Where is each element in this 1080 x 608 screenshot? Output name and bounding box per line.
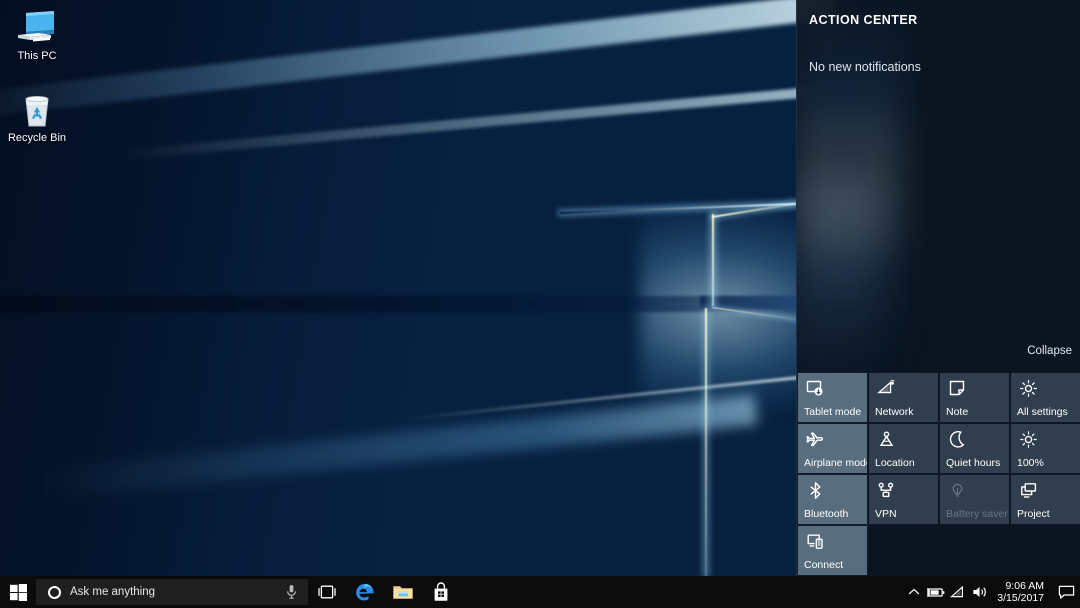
action-center-button[interactable] (1052, 576, 1080, 608)
volume-tray-button[interactable] (969, 576, 991, 608)
show-hidden-icons-button[interactable] (903, 576, 925, 608)
desktop-icon-label: This PC (0, 50, 74, 63)
quick-action-connect[interactable]: Connect (797, 525, 868, 576)
wallpaper-mullion-band (0, 296, 800, 312)
connect-icon (805, 531, 825, 551)
gear-icon (1018, 378, 1038, 398)
chevron-up-icon (908, 587, 920, 597)
microsoft-edge-button[interactable] (346, 576, 384, 608)
brightness-icon (1018, 429, 1038, 449)
action-center-frost-blur (797, 0, 901, 370)
battery-icon (927, 586, 946, 599)
clock-date: 3/15/2017 (997, 592, 1044, 604)
quick-action-label: Quiet hours (946, 457, 1000, 469)
desktop-screen: This PC Recycle Bin ACTION CENTER No new… (0, 0, 1080, 608)
quick-action-vpn[interactable]: VPN (868, 474, 939, 525)
system-tray: 9:06 AM 3/15/2017 (903, 576, 1080, 608)
desktop-icon-this-pc[interactable]: This PC (0, 6, 74, 63)
airplane-icon (805, 429, 825, 449)
taskbar-clock[interactable]: 9:06 AM 3/15/2017 (991, 580, 1052, 604)
windows-logo-icon (10, 584, 27, 601)
moon-icon (947, 429, 967, 449)
search-input[interactable]: Ask me anything (36, 579, 308, 605)
start-button[interactable] (0, 576, 36, 608)
microsoft-store-button[interactable] (422, 576, 460, 608)
quick-action-label: Project (1017, 508, 1050, 520)
network-tray-button[interactable] (947, 576, 969, 608)
note-icon (947, 378, 967, 398)
quick-action-label: All settings (1017, 406, 1068, 418)
file-explorer-button[interactable] (384, 576, 422, 608)
action-center-icon (1058, 585, 1075, 600)
quick-action-label: 100% (1017, 457, 1044, 469)
quick-action-bluetooth[interactable]: Bluetooth (797, 474, 868, 525)
quick-action-label: VPN (875, 508, 897, 520)
action-center-empty-message: No new notifications (809, 60, 921, 74)
quick-action-project[interactable]: Project (1010, 474, 1080, 525)
clock-time: 9:06 AM (997, 580, 1044, 592)
taskbar: Ask me anything (0, 576, 1080, 608)
action-center-title: ACTION CENTER (809, 13, 918, 27)
desktop-icon-label: Recycle Bin (0, 132, 74, 145)
wallpaper-pane-edge-5 (705, 308, 707, 576)
quick-action-battery-saver: Battery saver (939, 474, 1010, 525)
quick-action-network[interactable]: Network (868, 372, 939, 423)
task-view-button[interactable] (308, 576, 346, 608)
edge-icon (354, 581, 376, 603)
quick-action-label: Airplane mode (804, 457, 868, 469)
wallpaper-pane-edge-4 (712, 214, 714, 306)
quick-action-label: Network (875, 406, 914, 418)
network-wifi-icon (876, 378, 896, 398)
quick-actions-grid: Tablet mode Network (797, 372, 1080, 576)
quick-actions-filler (1010, 525, 1080, 576)
microphone-icon[interactable] (284, 584, 298, 600)
speaker-icon (972, 585, 989, 599)
quick-action-label: Battery saver (946, 508, 1008, 520)
tablet-mode-icon (805, 378, 825, 398)
folder-icon (392, 583, 414, 601)
quick-action-label: Note (946, 406, 968, 418)
this-pc-icon (0, 6, 74, 50)
quick-action-brightness[interactable]: 100% (1010, 423, 1080, 474)
project-icon (1018, 480, 1038, 500)
quick-action-tablet-mode[interactable]: Tablet mode (797, 372, 868, 423)
collapse-link[interactable]: Collapse (1027, 345, 1072, 357)
quick-action-label: Tablet mode (804, 406, 861, 418)
quick-action-label: Connect (804, 559, 843, 571)
recycle-bin-icon (0, 88, 74, 132)
desktop-icon-recycle-bin[interactable]: Recycle Bin (0, 88, 74, 145)
action-center-panel: ACTION CENTER No new notifications Colla… (796, 0, 1080, 576)
wifi-icon (950, 585, 967, 599)
location-icon (876, 429, 896, 449)
quick-actions-filler (868, 525, 939, 576)
quick-action-note[interactable]: Note (939, 372, 1010, 423)
quick-action-airplane-mode[interactable]: Airplane mode (797, 423, 868, 474)
cortana-circle-icon (48, 586, 61, 599)
quick-action-label: Location (875, 457, 915, 469)
quick-actions-filler (939, 525, 1010, 576)
battery-saver-icon (947, 480, 967, 500)
quick-action-label: Bluetooth (804, 508, 848, 520)
store-icon (431, 582, 451, 602)
battery-tray-button[interactable] (925, 576, 947, 608)
vpn-icon (876, 480, 896, 500)
action-center-frost-blur-2 (797, 180, 877, 380)
search-placeholder: Ask me anything (70, 586, 155, 598)
task-view-icon (316, 584, 338, 600)
quick-action-all-settings[interactable]: All settings (1010, 372, 1080, 423)
quick-action-location[interactable]: Location (868, 423, 939, 474)
quick-action-quiet-hours[interactable]: Quiet hours (939, 423, 1010, 474)
bluetooth-icon (805, 480, 825, 500)
